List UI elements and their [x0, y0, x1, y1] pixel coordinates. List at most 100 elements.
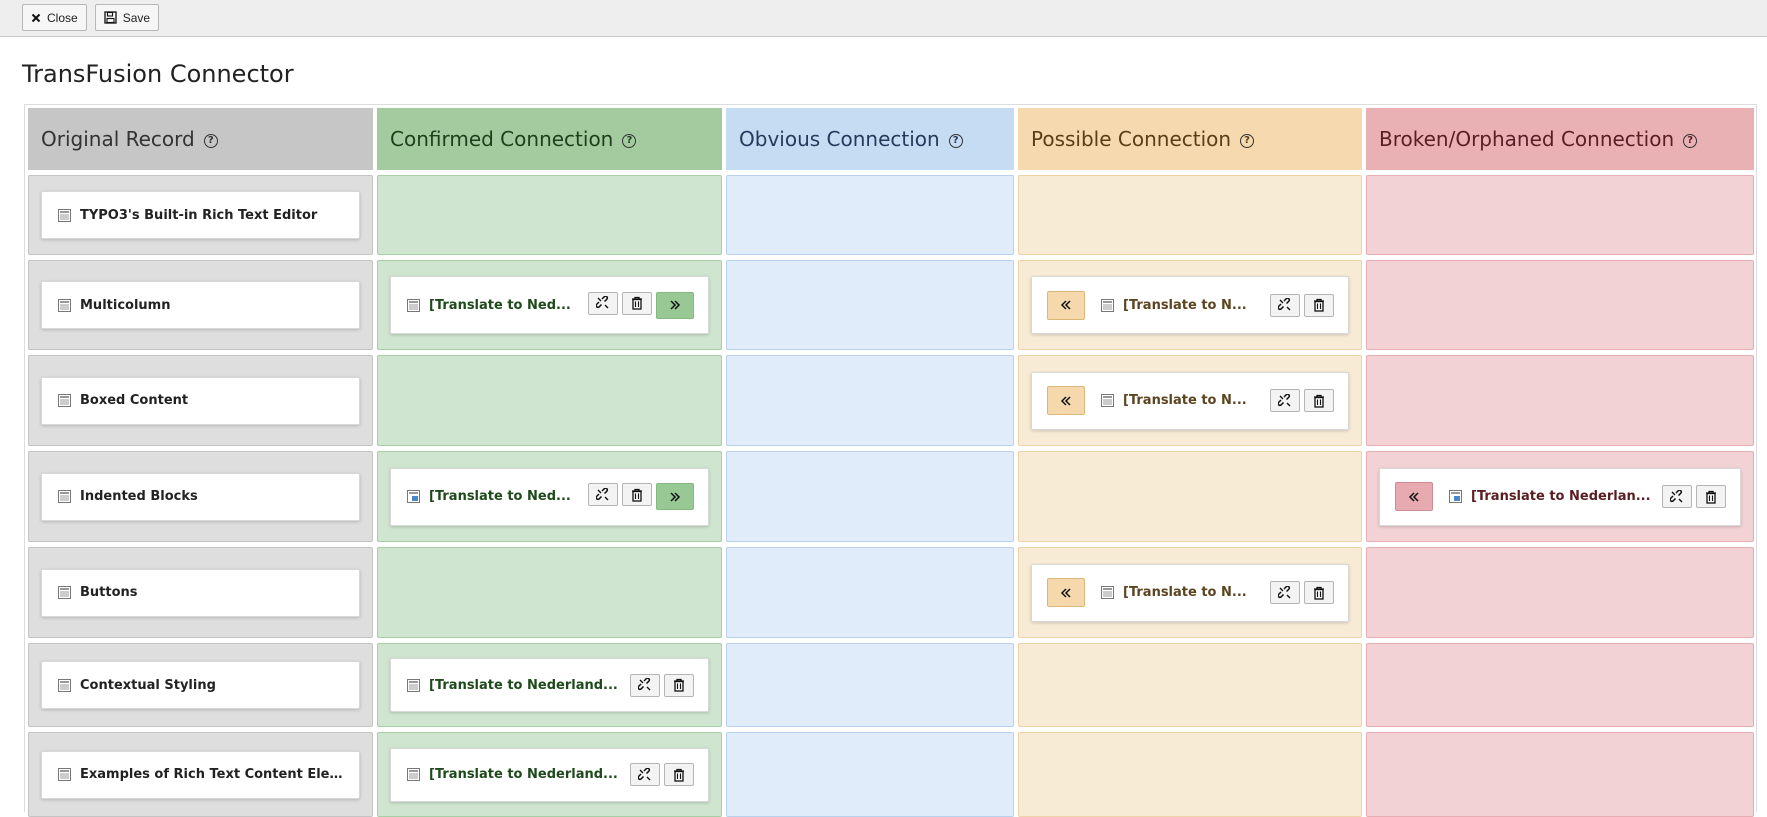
original-record-card[interactable]: Contextual Styling [41, 661, 360, 709]
unlink-icon [596, 487, 610, 502]
delete-button[interactable] [1696, 485, 1726, 508]
broken-cell [1366, 732, 1754, 817]
broken-cell [1366, 355, 1754, 446]
original-cell: Buttons [28, 547, 373, 638]
trash-icon [673, 768, 685, 782]
original-record-card[interactable]: TYPO3's Built-in Rich Text Editor [41, 191, 360, 239]
confirmed-translation-card[interactable]: [Translate to Nederland... [390, 658, 709, 712]
move-right-button[interactable] [656, 483, 694, 510]
connector-board: Original Record ? Confirmed Connection ?… [24, 104, 1757, 817]
save-button[interactable]: Save [94, 4, 160, 31]
column-header-obvious: Obvious Connection ? [726, 108, 1014, 170]
content-element-icon [1101, 394, 1114, 407]
move-left-button[interactable] [1047, 578, 1085, 607]
move-left-button[interactable] [1047, 290, 1085, 320]
help-icon[interactable]: ? [1240, 133, 1255, 148]
content-element-icon [58, 394, 71, 407]
move-left-button[interactable] [1047, 386, 1085, 415]
original-cell: Examples of Rich Text Content Elem... [28, 732, 373, 817]
unlink-button[interactable] [1270, 581, 1300, 604]
original-record-card[interactable]: Indented Blocks [41, 472, 360, 521]
unlink-button[interactable] [588, 483, 618, 506]
column-header-label: Obvious Connection [739, 127, 940, 151]
obvious-cell [726, 175, 1014, 255]
column-header-confirmed: Confirmed Connection ? [377, 108, 722, 170]
help-icon[interactable]: ? [1683, 133, 1698, 148]
possible-cell [1018, 732, 1362, 817]
delete-button[interactable] [622, 291, 652, 315]
broken-cell [1366, 260, 1754, 350]
possible-cell: [Translate to N... [1018, 355, 1362, 446]
possible-cell [1018, 643, 1362, 727]
unlink-button[interactable] [630, 763, 660, 786]
confirmed-translation-card[interactable]: [Translate to Ned... [390, 276, 709, 334]
obvious-cell [726, 732, 1014, 817]
delete-button[interactable] [664, 763, 694, 786]
content-element-icon [58, 490, 71, 503]
content-element-icon [1101, 298, 1114, 312]
unlink-button[interactable] [588, 291, 618, 315]
possible-translation-card[interactable]: [Translate to N... [1031, 276, 1349, 334]
delete-button[interactable] [1304, 389, 1334, 412]
possible-cell [1018, 175, 1362, 255]
help-icon[interactable]: ? [622, 133, 637, 148]
original-record-title: Buttons [80, 585, 138, 600]
trash-icon [1313, 394, 1325, 408]
unlink-button[interactable] [1270, 389, 1300, 412]
original-record-card[interactable]: Examples of Rich Text Content Elem... [41, 750, 360, 799]
close-icon [31, 13, 41, 23]
content-element-icon [58, 208, 71, 222]
chevron-double-left-icon [1060, 587, 1072, 598]
unlink-button[interactable] [630, 673, 660, 697]
unlink-icon [638, 767, 652, 782]
obvious-cell [726, 547, 1014, 638]
save-icon [104, 11, 117, 24]
content-element-icon [407, 678, 420, 692]
delete-button[interactable] [1304, 581, 1334, 604]
original-record-card[interactable]: Multicolumn [41, 281, 360, 329]
content-element-icon [58, 586, 71, 599]
help-icon[interactable]: ? [203, 133, 218, 148]
move-left-button[interactable] [1395, 482, 1433, 511]
delete-button[interactable] [622, 483, 652, 506]
content-element-icon [58, 298, 71, 312]
possible-translation-card[interactable]: [Translate to N... [1031, 371, 1349, 430]
move-right-button[interactable] [656, 291, 694, 319]
possible-translation-card[interactable]: [Translate to N... [1031, 563, 1349, 622]
original-cell: Multicolumn [28, 260, 373, 350]
column-header-label: Confirmed Connection [390, 127, 614, 151]
trash-icon [631, 488, 643, 502]
translation-title: [Translate to N... [1123, 297, 1247, 313]
trash-icon [1313, 586, 1325, 600]
confirmed-cell: [Translate to Nederland... [377, 732, 722, 817]
content-element-icon [58, 768, 71, 781]
help-icon[interactable]: ? [948, 133, 963, 148]
original-record-card[interactable]: Boxed Content [41, 376, 360, 425]
confirmed-translation-card[interactable]: [Translate to Ned... [390, 467, 709, 526]
broken-translation-card[interactable]: [Translate to Nederlan... [1379, 467, 1741, 526]
content-element-image-icon [1449, 490, 1462, 503]
obvious-cell [726, 643, 1014, 727]
close-button[interactable]: Close [22, 4, 87, 31]
original-record-title: Examples of Rich Text Content Elem... [80, 767, 345, 782]
unlink-icon [1278, 393, 1292, 408]
confirmed-cell [377, 547, 722, 638]
unlink-button[interactable] [1270, 293, 1300, 317]
column-header-possible: Possible Connection ? [1018, 108, 1362, 170]
broken-cell [1366, 175, 1754, 255]
page-title: TransFusion Connector [22, 60, 294, 88]
content-element-image-icon [407, 490, 420, 503]
broken-cell [1366, 547, 1754, 638]
original-cell: Contextual Styling [28, 643, 373, 727]
delete-button[interactable] [1304, 293, 1334, 317]
unlink-button[interactable] [1662, 485, 1692, 508]
delete-button[interactable] [664, 673, 694, 697]
unlink-icon [1278, 585, 1292, 600]
original-record-card[interactable]: Buttons [41, 568, 360, 617]
possible-cell: [Translate to N... [1018, 260, 1362, 350]
confirmed-cell: [Translate to Ned... [377, 260, 722, 350]
confirmed-cell: [Translate to Nederland... [377, 643, 722, 727]
obvious-cell [726, 260, 1014, 350]
confirmed-translation-card[interactable]: [Translate to Nederland... [390, 747, 709, 802]
chevron-double-left-icon [1408, 491, 1420, 502]
